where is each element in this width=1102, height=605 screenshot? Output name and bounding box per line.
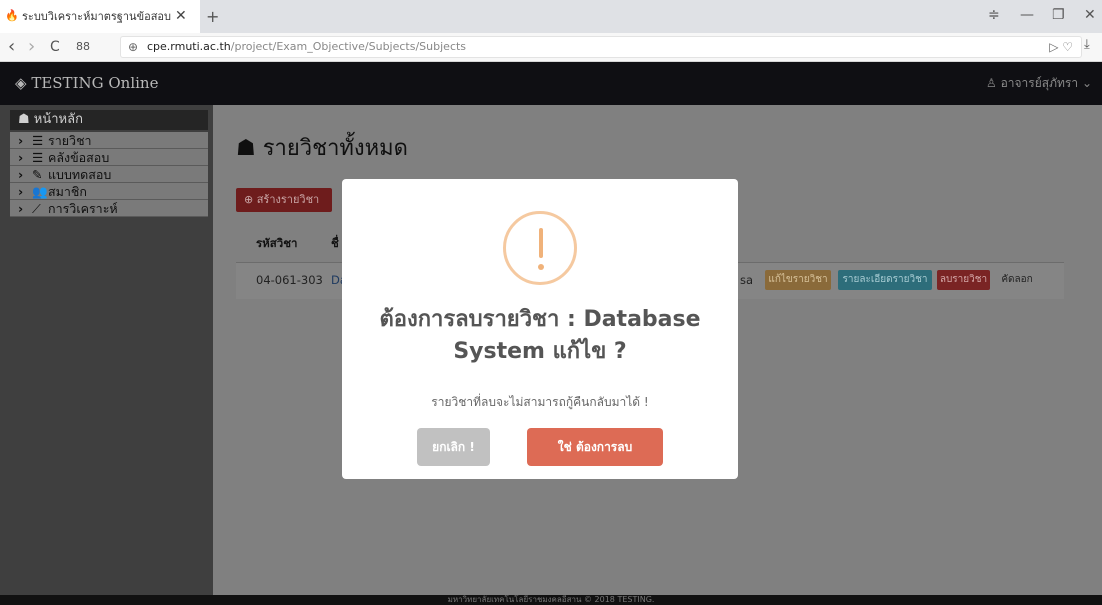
home-icon: ☗ bbox=[236, 136, 256, 161]
chevron-right-icon: › bbox=[18, 150, 24, 165]
create-subject-label: สร้างรายวิชา bbox=[256, 193, 320, 206]
chevron-right-icon: › bbox=[18, 201, 24, 216]
warning-icon-bar bbox=[539, 228, 543, 258]
chevron-right-icon: › bbox=[18, 167, 24, 182]
app-navbar: ◈ TESTING Online ♙ อาจารย์สุภัทรา ⌄ bbox=[0, 62, 1102, 105]
url-host: cpe.rmuti.ac.th bbox=[147, 40, 231, 53]
chevron-right-icon: › bbox=[18, 133, 24, 148]
url-path: /project/Exam_Objective/Subjects/Subject… bbox=[230, 40, 467, 53]
edit-subject-button[interactable]: แก้ไขรายวิชา bbox=[765, 270, 831, 290]
sidebar-item-label: รายวิชา bbox=[48, 133, 92, 148]
bookmark-icon[interactable]: ▷ ♡ bbox=[1049, 37, 1073, 57]
sidebar-item-subjects[interactable]: › ☰ รายวิชา bbox=[10, 132, 208, 149]
browser-tab[interactable]: 🔥 ระบบวิเคราะห์มาตรฐานข้อสอบ ✕ bbox=[0, 0, 200, 33]
plus-circle-icon: ⊕ bbox=[244, 193, 254, 206]
column-header-name: ชื่ bbox=[331, 236, 339, 250]
copy-subject-button[interactable]: คัดลอก bbox=[995, 270, 1039, 290]
user-icon: ♙ bbox=[985, 76, 997, 90]
browser-toolbar: ‹ › C 88 ⊕ cpe.rmuti.ac.th/project/Exam_… bbox=[0, 33, 1102, 62]
warning-icon-dot bbox=[538, 264, 544, 270]
pencil-icon: ✎ bbox=[32, 167, 43, 182]
reload-button[interactable]: C bbox=[50, 33, 60, 61]
back-button[interactable]: ‹ bbox=[8, 33, 15, 61]
tab-menu-icon[interactable]: ≑ bbox=[988, 0, 1000, 30]
dialog-message: รายวิชาที่ลบจะไม่สามารถกู้คืนกลับมาได้ ! bbox=[431, 395, 649, 409]
subject-detail-button[interactable]: รายละเอียดรายวิชา bbox=[838, 270, 932, 290]
apps-button[interactable]: 88 bbox=[76, 33, 90, 61]
footer: มหาวิทยาลัยเทคโนโลยีราชมงคลอีสาน © 2018 … bbox=[0, 595, 1102, 605]
sidebar-item-home[interactable]: ☗ หน้าหลัก bbox=[10, 110, 208, 130]
warning-icon bbox=[503, 211, 577, 285]
restore-button[interactable]: ❐ bbox=[1052, 0, 1065, 30]
subject-code: 04-061-303 bbox=[256, 273, 323, 287]
home-icon: ☗ bbox=[18, 112, 30, 127]
sidebar-item-label: แบบทดสอบ bbox=[48, 167, 112, 182]
browser-tab-bar: 🔥 ระบบวิเคราะห์มาตรฐานข้อสอบ ✕ + ≑ — ❐ ✕ bbox=[0, 0, 1102, 33]
sidebar-item-tests[interactable]: › ✎ แบบทดสอบ bbox=[10, 166, 208, 183]
sidebar-item-label: สมาชิก bbox=[48, 184, 87, 199]
sidebar-item-members[interactable]: › 👥สมาชิก bbox=[10, 183, 208, 200]
sidebar-item-label: คลังข้อสอบ bbox=[48, 150, 110, 165]
brand-logo[interactable]: ◈ TESTING Online bbox=[15, 62, 158, 105]
chart-line-icon: ⟋ bbox=[32, 201, 41, 216]
sidebar-item-label: การวิเคราะห์ bbox=[48, 201, 118, 216]
column-header-code: รหัสวิชา bbox=[256, 236, 298, 250]
download-icon[interactable]: ⤓ bbox=[1084, 37, 1090, 52]
sidebar-home-label: หน้าหลัก bbox=[33, 112, 83, 127]
delete-subject-button[interactable]: ลบรายวิชา bbox=[937, 270, 990, 290]
sidebar-item-analysis[interactable]: › ⟋ การวิเคราะห์ bbox=[10, 200, 208, 217]
chevron-right-icon: › bbox=[18, 184, 24, 199]
minimize-button[interactable]: — bbox=[1020, 0, 1034, 30]
close-tab-icon[interactable]: ✕ bbox=[175, 0, 187, 33]
page-title-text: รายวิชาทั้งหมด bbox=[262, 136, 408, 161]
cancel-button[interactable]: ยกเลิก ! bbox=[417, 428, 490, 466]
create-subject-button[interactable]: ⊕ สร้างรายวิชา bbox=[236, 188, 332, 212]
users-icon: 👥 bbox=[32, 184, 48, 199]
new-tab-button[interactable]: + bbox=[206, 0, 219, 33]
brand-name: TESTING Online bbox=[31, 74, 159, 92]
user-name: อาจารย์สุภัทรา bbox=[1000, 76, 1079, 90]
caret-down-icon: ⌄ bbox=[1081, 76, 1092, 90]
close-window-button[interactable]: ✕ bbox=[1084, 0, 1096, 30]
subject-owner: sa bbox=[740, 273, 754, 287]
sidebar-item-question-bank[interactable]: › ☰ คลังข้อสอบ bbox=[10, 149, 208, 166]
flame-icon: 🔥 bbox=[5, 9, 19, 22]
page-title: ☗ รายวิชาทั้งหมด bbox=[236, 130, 408, 165]
confirm-delete-button[interactable]: ใช่ ต้องการลบ bbox=[527, 428, 663, 466]
browser-tab-title: ระบบวิเคราะห์มาตรฐานข้อสอบ bbox=[22, 10, 171, 23]
forward-button[interactable]: › bbox=[28, 33, 35, 61]
address-bar[interactable]: ⊕ cpe.rmuti.ac.th/project/Exam_Objective… bbox=[120, 36, 1082, 58]
delete-confirm-dialog: ต้องการลบรายวิชา : Database System แก้ไข… bbox=[342, 179, 738, 479]
dialog-title: ต้องการลบรายวิชา : Database System แก้ไข… bbox=[379, 307, 701, 364]
database-icon: ☰ bbox=[32, 150, 44, 165]
globe-icon: ⊕ bbox=[128, 40, 139, 54]
list-icon: ☰ bbox=[32, 133, 44, 148]
user-menu[interactable]: ♙ อาจารย์สุภัทรา ⌄ bbox=[986, 62, 1092, 105]
layers-icon: ◈ bbox=[15, 74, 27, 92]
